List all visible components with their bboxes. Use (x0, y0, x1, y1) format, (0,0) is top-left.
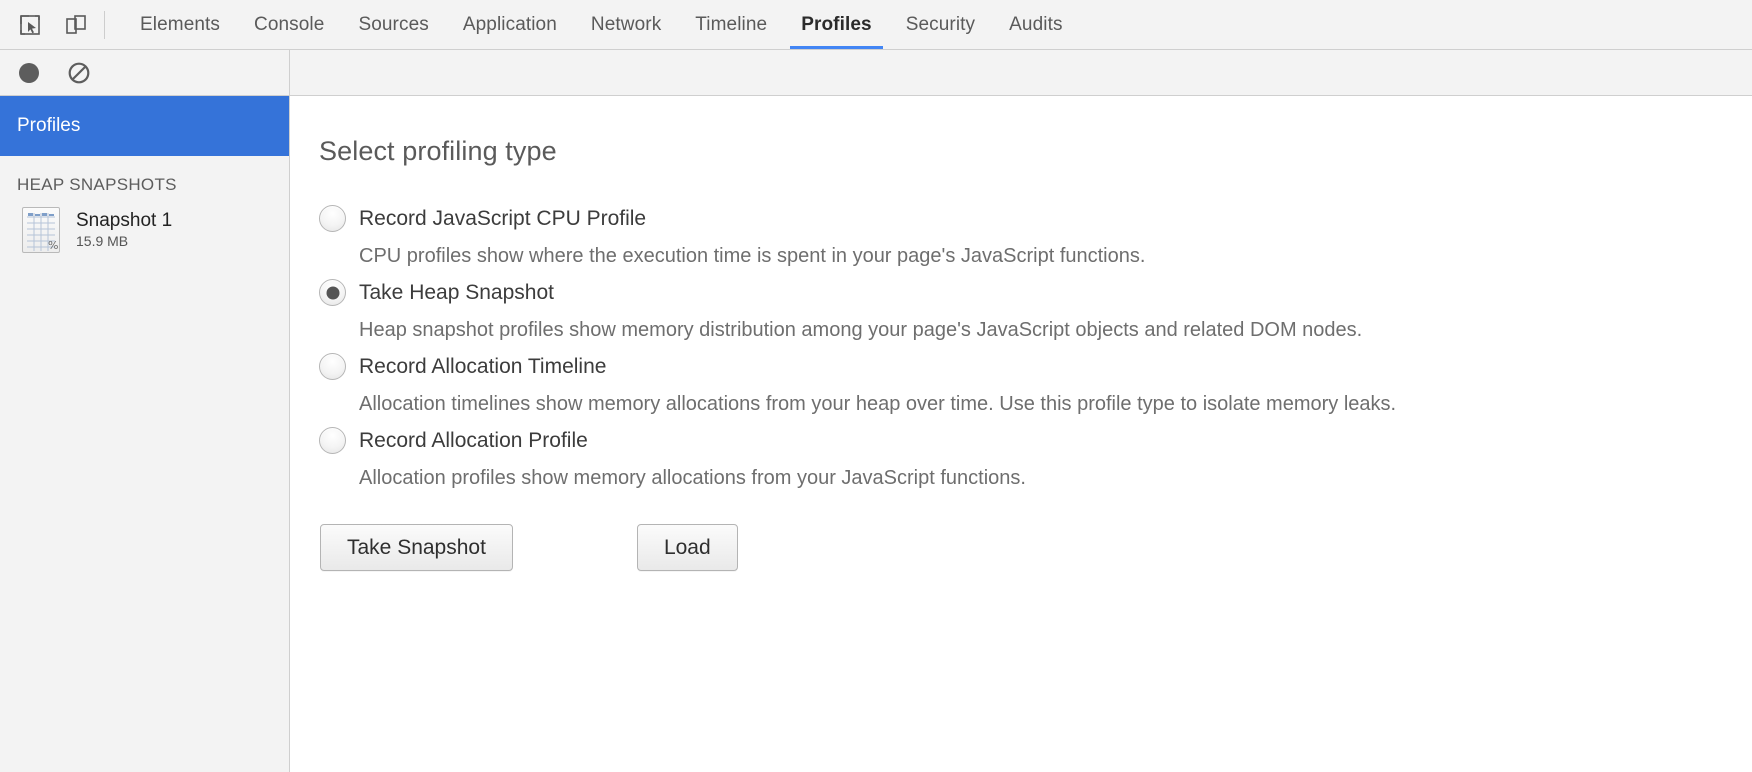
tab-network[interactable]: Network (574, 0, 678, 49)
device-toolbar-glyph (66, 14, 86, 34)
tab-application-label: Application (462, 13, 557, 35)
load-button[interactable]: Load (636, 524, 738, 572)
clear-icon[interactable] (67, 61, 91, 85)
tab-profiles[interactable]: Profiles (784, 0, 889, 49)
heap-snapshot-icon: % (22, 207, 60, 253)
tab-timeline-label: Timeline (695, 13, 768, 35)
tab-console[interactable]: Console (237, 0, 341, 49)
tabbar-icon-group (0, 0, 104, 49)
tab-application[interactable]: Application (446, 0, 574, 49)
list-item-title: Snapshot 1 (76, 209, 173, 231)
sidebar-profiles-label: Profiles (17, 115, 81, 136)
panel-tabs: Elements Console Sources Application Net… (123, 0, 1080, 49)
tab-sources[interactable]: Sources (341, 0, 445, 49)
profile-type-allocation-profile-description: Allocation profiles show memory allocati… (359, 467, 1026, 489)
tab-security[interactable]: Security (889, 0, 992, 49)
launcher-buttons: Take Snapshot Load (319, 524, 1752, 572)
profile-type-cpu: Record JavaScript CPU Profile CPU profil… (319, 205, 1752, 269)
profile-type-allocation-timeline: Record Allocation Timeline Allocation ti… (319, 353, 1752, 417)
clear-glyph (68, 62, 90, 83)
tab-audits-label: Audits (1009, 13, 1063, 35)
profiles-toolbar-left (0, 50, 290, 95)
tab-sources-label: Sources (358, 13, 429, 35)
profiles-toolbar (0, 50, 1752, 96)
list-item[interactable]: % Snapshot 1 15.9 MB (0, 203, 289, 257)
devtools-body: Profiles HEAP SNAPSHOTS % Snapshot 1 15.… (0, 96, 1752, 772)
take-snapshot-button[interactable]: Take Snapshot (320, 524, 513, 572)
radio-take-heap-snapshot[interactable] (319, 279, 346, 306)
profile-launcher-view: Select profiling type Record JavaScript … (290, 96, 1752, 772)
heap-snapshot-glyph: % (27, 213, 58, 252)
devtools-tabbar: Elements Console Sources Application Net… (0, 0, 1752, 50)
svg-text:%: % (48, 239, 58, 252)
tab-console-label: Console (254, 13, 325, 35)
inspect-element-glyph (20, 14, 40, 35)
sidebar-group-heap-snapshots: HEAP SNAPSHOTS (0, 156, 289, 203)
toggle-device-toolbar-icon[interactable] (62, 11, 90, 39)
tab-elements-label: Elements (140, 13, 221, 35)
tabbar-divider (104, 11, 105, 39)
list-item-size: 15.9 MB (76, 232, 129, 249)
tab-security-label: Security (905, 13, 976, 35)
profile-type-allocation-profile-row[interactable]: Record Allocation Profile (319, 427, 1752, 454)
radio-record-allocation-profile[interactable] (319, 427, 346, 454)
profile-type-heap-snapshot-label: Take Heap Snapshot (359, 280, 554, 304)
tab-elements[interactable]: Elements (123, 0, 237, 49)
tab-audits[interactable]: Audits (992, 0, 1079, 49)
profile-type-heap-snapshot-description: Heap snapshot profiles show memory distr… (359, 319, 1363, 341)
tab-network-label: Network (590, 13, 662, 35)
page-title: Select profiling type (319, 136, 557, 166)
record-glyph (19, 62, 39, 83)
list-item-text: Snapshot 1 15.9 MB (76, 209, 173, 249)
profile-type-allocation-profile: Record Allocation Profile Allocation pro… (319, 427, 1752, 491)
profile-type-cpu-description: CPU profiles show where the execution ti… (359, 245, 1146, 267)
profile-type-cpu-label: Record JavaScript CPU Profile (359, 206, 647, 230)
profile-type-allocation-timeline-label: Record Allocation Timeline (359, 354, 607, 378)
sidebar-group-label: HEAP SNAPSHOTS (17, 175, 177, 194)
profile-type-heap-snapshot-row[interactable]: Take Heap Snapshot (319, 279, 1752, 306)
profile-type-allocation-timeline-row[interactable]: Record Allocation Timeline (319, 353, 1752, 380)
profile-type-allocation-timeline-description: Allocation timelines show memory allocat… (359, 393, 1397, 415)
radio-record-js-cpu-profile[interactable] (319, 205, 346, 232)
devtools-window: Elements Console Sources Application Net… (0, 0, 1752, 772)
profile-type-cpu-row[interactable]: Record JavaScript CPU Profile (319, 205, 1752, 232)
tab-profiles-label: Profiles (801, 13, 872, 35)
record-icon[interactable] (17, 61, 41, 85)
inspect-element-icon[interactable] (16, 11, 44, 39)
radio-record-allocation-timeline[interactable] (319, 353, 346, 380)
sidebar-item-profiles[interactable]: Profiles (0, 96, 289, 156)
tab-timeline[interactable]: Timeline (678, 0, 784, 49)
profile-type-heap-snapshot: Take Heap Snapshot Heap snapshot profile… (319, 279, 1752, 343)
profile-type-allocation-profile-label: Record Allocation Profile (359, 428, 588, 452)
profiles-sidebar: Profiles HEAP SNAPSHOTS % Snapshot 1 15.… (0, 96, 290, 772)
